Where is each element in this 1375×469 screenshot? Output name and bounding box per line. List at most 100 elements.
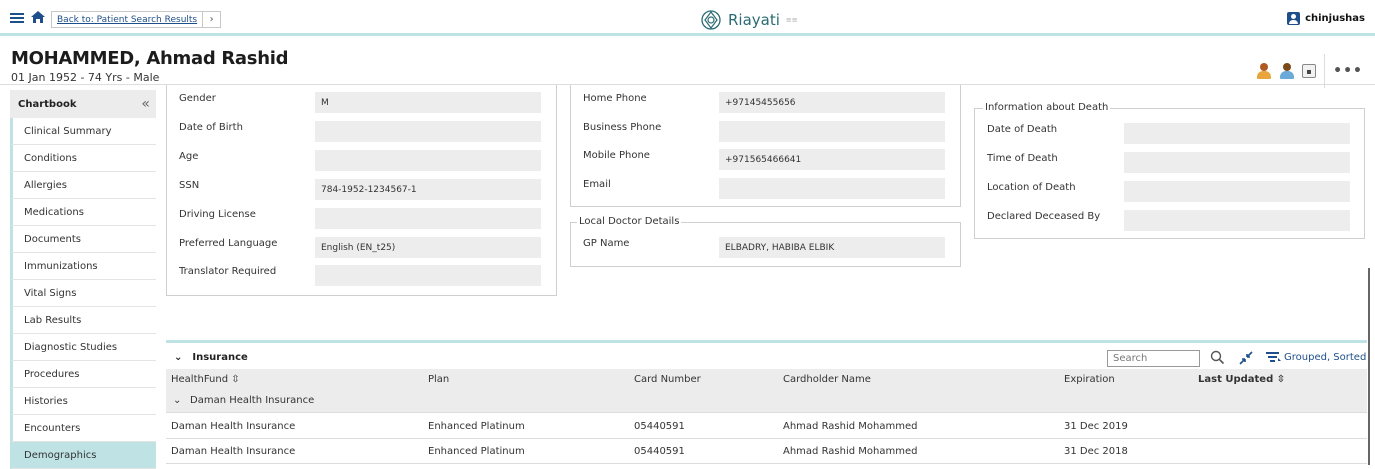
declared-deceased-field[interactable]: [1124, 210, 1350, 231]
grouped-sorted-button[interactable]: Grouped, Sorted: [1266, 351, 1366, 363]
sidebar-item-lab-results[interactable]: Lab Results: [10, 307, 156, 334]
cell-expiration: 31 Dec 2018: [1064, 446, 1128, 457]
translator-row: Translator Required: [167, 265, 556, 287]
lock-icon[interactable]: ▪: [1302, 64, 1317, 78]
location-of-death-label: Location of Death: [987, 182, 1076, 193]
preferred-language-field[interactable]: English (EN_t25): [315, 237, 541, 258]
contact-details-section: Home Phone +97145455656 Business Phone M…: [570, 85, 961, 207]
ssn-field[interactable]: 784-1952-1234567-1: [315, 179, 541, 200]
dob-field[interactable]: [315, 121, 541, 142]
location-of-death-field[interactable]: [1124, 181, 1350, 202]
group-row[interactable]: ⌄ Daman Health Insurance: [166, 389, 1367, 413]
mobile-phone-field[interactable]: +971565466641: [719, 149, 945, 170]
demographics-content: Gender M Date of Birth Age SSN 784-1952-…: [166, 85, 1366, 340]
care-team-icon[interactable]: [1256, 63, 1272, 79]
gp-name-label: GP Name: [583, 238, 630, 249]
death-info-legend: Information about Death: [983, 102, 1111, 113]
ssn-row: SSN 784-1952-1234567-1: [167, 179, 556, 201]
home-phone-field[interactable]: +97145455656: [719, 92, 945, 113]
dob-row: Date of Birth: [167, 121, 556, 143]
sidebar-item-vital-signs[interactable]: Vital Signs: [10, 280, 156, 307]
table-row[interactable]: Daman Health Insurance Enhanced Platinum…: [166, 439, 1367, 464]
search-icon[interactable]: [1210, 350, 1225, 365]
group-label: Daman Health Insurance: [190, 395, 315, 406]
age-row: Age: [167, 150, 556, 172]
home-phone-label: Home Phone: [583, 93, 647, 104]
brand-name: Riayati: [728, 11, 780, 29]
brand-logo: Riayati ≡≡: [700, 9, 798, 31]
date-of-death-row: Date of Death: [975, 123, 1364, 145]
back-to-search-link[interactable]: Back to: Patient Search Results: [52, 12, 202, 27]
insurance-header[interactable]: ⌄ Insurance: [174, 352, 248, 363]
chartbook-header: Chartbook «: [10, 90, 156, 118]
vertical-scrollbar[interactable]: [1368, 268, 1370, 465]
sidebar-item-encounters[interactable]: Encounters: [10, 415, 156, 442]
gender-label: Gender: [179, 93, 216, 104]
sidebar-item-procedures[interactable]: Procedures: [10, 361, 156, 388]
business-phone-field[interactable]: [719, 121, 945, 142]
age-field[interactable]: [315, 150, 541, 171]
chartbook-sidebar: Chartbook « Clinical Summary Conditions …: [10, 90, 156, 469]
time-of-death-row: Time of Death: [975, 152, 1364, 174]
cell-plan: Enhanced Platinum: [428, 421, 525, 432]
personal-details-section: Gender M Date of Birth Age SSN 784-1952-…: [166, 85, 557, 296]
chevron-right-icon[interactable]: ›: [202, 12, 220, 27]
gender-field[interactable]: M: [315, 92, 541, 113]
hamburger-menu-icon[interactable]: [10, 13, 24, 23]
brand-subtitle: ≡≡: [785, 16, 798, 24]
col-cardholder-name[interactable]: Cardholder Name: [783, 374, 871, 385]
collapse-sidebar-icon[interactable]: «: [141, 96, 150, 112]
dob-label: Date of Birth: [179, 122, 243, 133]
col-card-number[interactable]: Card Number: [634, 374, 701, 385]
sidebar-item-diagnostic-studies[interactable]: Diagnostic Studies: [10, 334, 156, 361]
cell-cardholder-name: Ahmad Rashid Mohammed: [783, 421, 918, 432]
translator-field[interactable]: [315, 265, 541, 286]
time-of-death-label: Time of Death: [987, 153, 1058, 164]
patient-header: MOHAMMED, Ahmad Rashid 01 Jan 1952 - 74 …: [0, 39, 1375, 88]
home-icon[interactable]: [30, 10, 46, 24]
filter-icon: [1266, 352, 1281, 362]
riayati-logo-icon: [701, 10, 721, 30]
declared-deceased-label: Declared Deceased By: [987, 211, 1101, 222]
local-doctor-legend: Local Doctor Details: [577, 216, 682, 227]
grouped-sorted-label[interactable]: Grouped, Sorted: [1284, 352, 1366, 363]
collapse-arrows-icon[interactable]: [1238, 351, 1254, 365]
death-info-section: Information about Death Date of Death Ti…: [974, 102, 1365, 239]
gp-name-field[interactable]: ELBADRY, HABIBA ELBIK: [719, 237, 945, 258]
patient-info: 01 Jan 1952 - 74 Yrs - Male: [11, 71, 160, 84]
patient-contacts-icon[interactable]: [1279, 63, 1295, 79]
translator-label: Translator Required: [179, 266, 277, 277]
chevron-down-icon[interactable]: ⌄: [174, 352, 182, 363]
business-phone-row: Business Phone: [571, 121, 960, 143]
cell-card-number: 05440591: [634, 421, 685, 432]
group-chevron-down-icon[interactable]: ⌄: [173, 395, 181, 406]
col-expiration[interactable]: Expiration: [1064, 374, 1115, 385]
sidebar-item-conditions[interactable]: Conditions: [10, 145, 156, 172]
cell-card-number: 05440591: [634, 446, 685, 457]
gender-row: Gender M: [167, 92, 556, 114]
sidebar-item-allergies[interactable]: Allergies: [10, 172, 156, 199]
back-to-search-button[interactable]: Back to: Patient Search Results ›: [51, 11, 222, 28]
username[interactable]: chinjushas: [1305, 13, 1365, 24]
sidebar-item-clinical-summary[interactable]: Clinical Summary: [10, 118, 156, 145]
col-last-updated[interactable]: Last Updated ⇳: [1198, 374, 1285, 385]
driving-license-field[interactable]: [315, 208, 541, 229]
insurance-search-input[interactable]: Search: [1107, 350, 1200, 367]
preferred-language-row: Preferred Language English (EN_t25): [167, 237, 556, 259]
table-row[interactable]: Daman Health Insurance Enhanced Platinum…: [166, 414, 1367, 439]
top-bar: Back to: Patient Search Results › Riayat…: [0, 0, 1375, 36]
sidebar-item-medications[interactable]: Medications: [10, 199, 156, 226]
user-menu[interactable]: chinjushas: [1287, 12, 1365, 25]
divider: [1324, 54, 1326, 88]
time-of-death-field[interactable]: [1124, 152, 1350, 173]
more-options-icon[interactable]: •••: [1333, 63, 1363, 79]
date-of-death-field[interactable]: [1124, 123, 1350, 144]
sidebar-item-documents[interactable]: Documents: [10, 226, 156, 253]
sidebar-item-immunizations[interactable]: Immunizations: [10, 253, 156, 280]
ssn-label: SSN: [179, 180, 200, 191]
col-healthfund[interactable]: HealthFund ⇳: [171, 374, 240, 385]
driving-license-row: Driving License: [167, 208, 556, 230]
sidebar-item-histories[interactable]: Histories: [10, 388, 156, 415]
col-plan[interactable]: Plan: [428, 374, 449, 385]
email-field[interactable]: [719, 178, 945, 199]
